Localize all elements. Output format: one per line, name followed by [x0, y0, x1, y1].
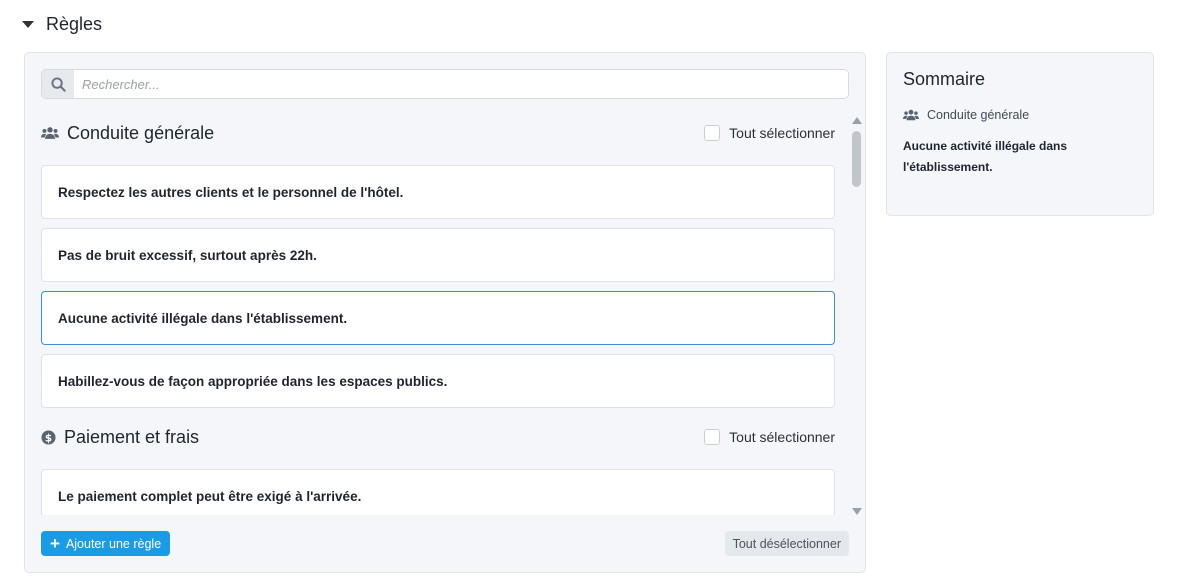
scroll-up-arrow-icon[interactable]: [852, 117, 862, 124]
select-all-conduct[interactable]: Tout sélectionner: [704, 125, 835, 141]
scrollbar-thumb[interactable]: [852, 131, 861, 187]
rule-text: Le paiement complet peut être exigé à l'…: [58, 488, 362, 504]
search-icon: [50, 76, 66, 92]
svg-text:$: $: [45, 432, 52, 444]
summary-category-label: Conduite générale: [927, 108, 1030, 122]
add-rule-label: Ajouter une règle: [65, 536, 162, 551]
rule-card[interactable]: Respectez les autres clients et le perso…: [41, 165, 835, 219]
rule-text: Aucune activité illégale dans l'établiss…: [58, 310, 348, 326]
caret-down-icon: [22, 21, 34, 28]
rule-text: Pas de bruit excessif, surtout après 22h…: [58, 247, 317, 263]
section-title: Règles: [46, 14, 103, 34]
rule-card[interactable]: Habillez-vous de façon appropriée dans l…: [41, 354, 835, 408]
rule-card-selected[interactable]: Aucune activité illégale dans l'établiss…: [41, 291, 835, 345]
users-icon: [903, 109, 919, 121]
scrollbar[interactable]: [851, 117, 863, 515]
select-all-checkbox[interactable]: [704, 429, 721, 445]
rules-section-toggle[interactable]: Règles: [22, 14, 102, 35]
select-all-checkbox[interactable]: [704, 125, 721, 141]
group-title: Paiement et frais: [64, 426, 200, 447]
rules-list[interactable]: Conduite générale Tout sélectionner Resp…: [41, 109, 835, 515]
users-icon: [41, 127, 59, 139]
search-bar: [41, 69, 849, 99]
group-title: Conduite générale: [67, 122, 215, 143]
summary-item: Aucune activité illégale dans l'établiss…: [903, 139, 1068, 174]
summary-category: Conduite générale: [903, 108, 1137, 122]
plus-icon: +: [50, 533, 60, 553]
search-button[interactable]: [42, 70, 74, 98]
search-input[interactable]: [74, 70, 848, 98]
select-all-payment[interactable]: Tout sélectionner: [704, 429, 835, 445]
summary-title: Sommaire: [903, 69, 986, 89]
deselect-all-button[interactable]: Tout désélectionner: [724, 531, 849, 556]
group-header-payment: $ Paiement et frais Tout sélectionner: [41, 417, 835, 457]
group-header-conduct: Conduite générale Tout sélectionner: [41, 113, 835, 153]
scroll-down-arrow-icon[interactable]: [852, 508, 862, 515]
add-rule-button[interactable]: + Ajouter une règle: [41, 531, 171, 556]
select-all-label: Tout sélectionner: [729, 429, 835, 445]
rule-card[interactable]: Pas de bruit excessif, surtout après 22h…: [41, 228, 835, 282]
rule-text: Respectez les autres clients et le perso…: [58, 184, 404, 200]
rules-panel: Conduite générale Tout sélectionner Resp…: [24, 52, 866, 573]
summary-panel: Sommaire Conduite générale Aucune activi…: [886, 52, 1154, 216]
rule-text: Habillez-vous de façon appropriée dans l…: [58, 373, 448, 389]
select-all-label: Tout sélectionner: [729, 125, 835, 141]
rule-card[interactable]: Le paiement complet peut être exigé à l'…: [41, 469, 835, 515]
dollar-circle-icon: $: [41, 429, 56, 445]
